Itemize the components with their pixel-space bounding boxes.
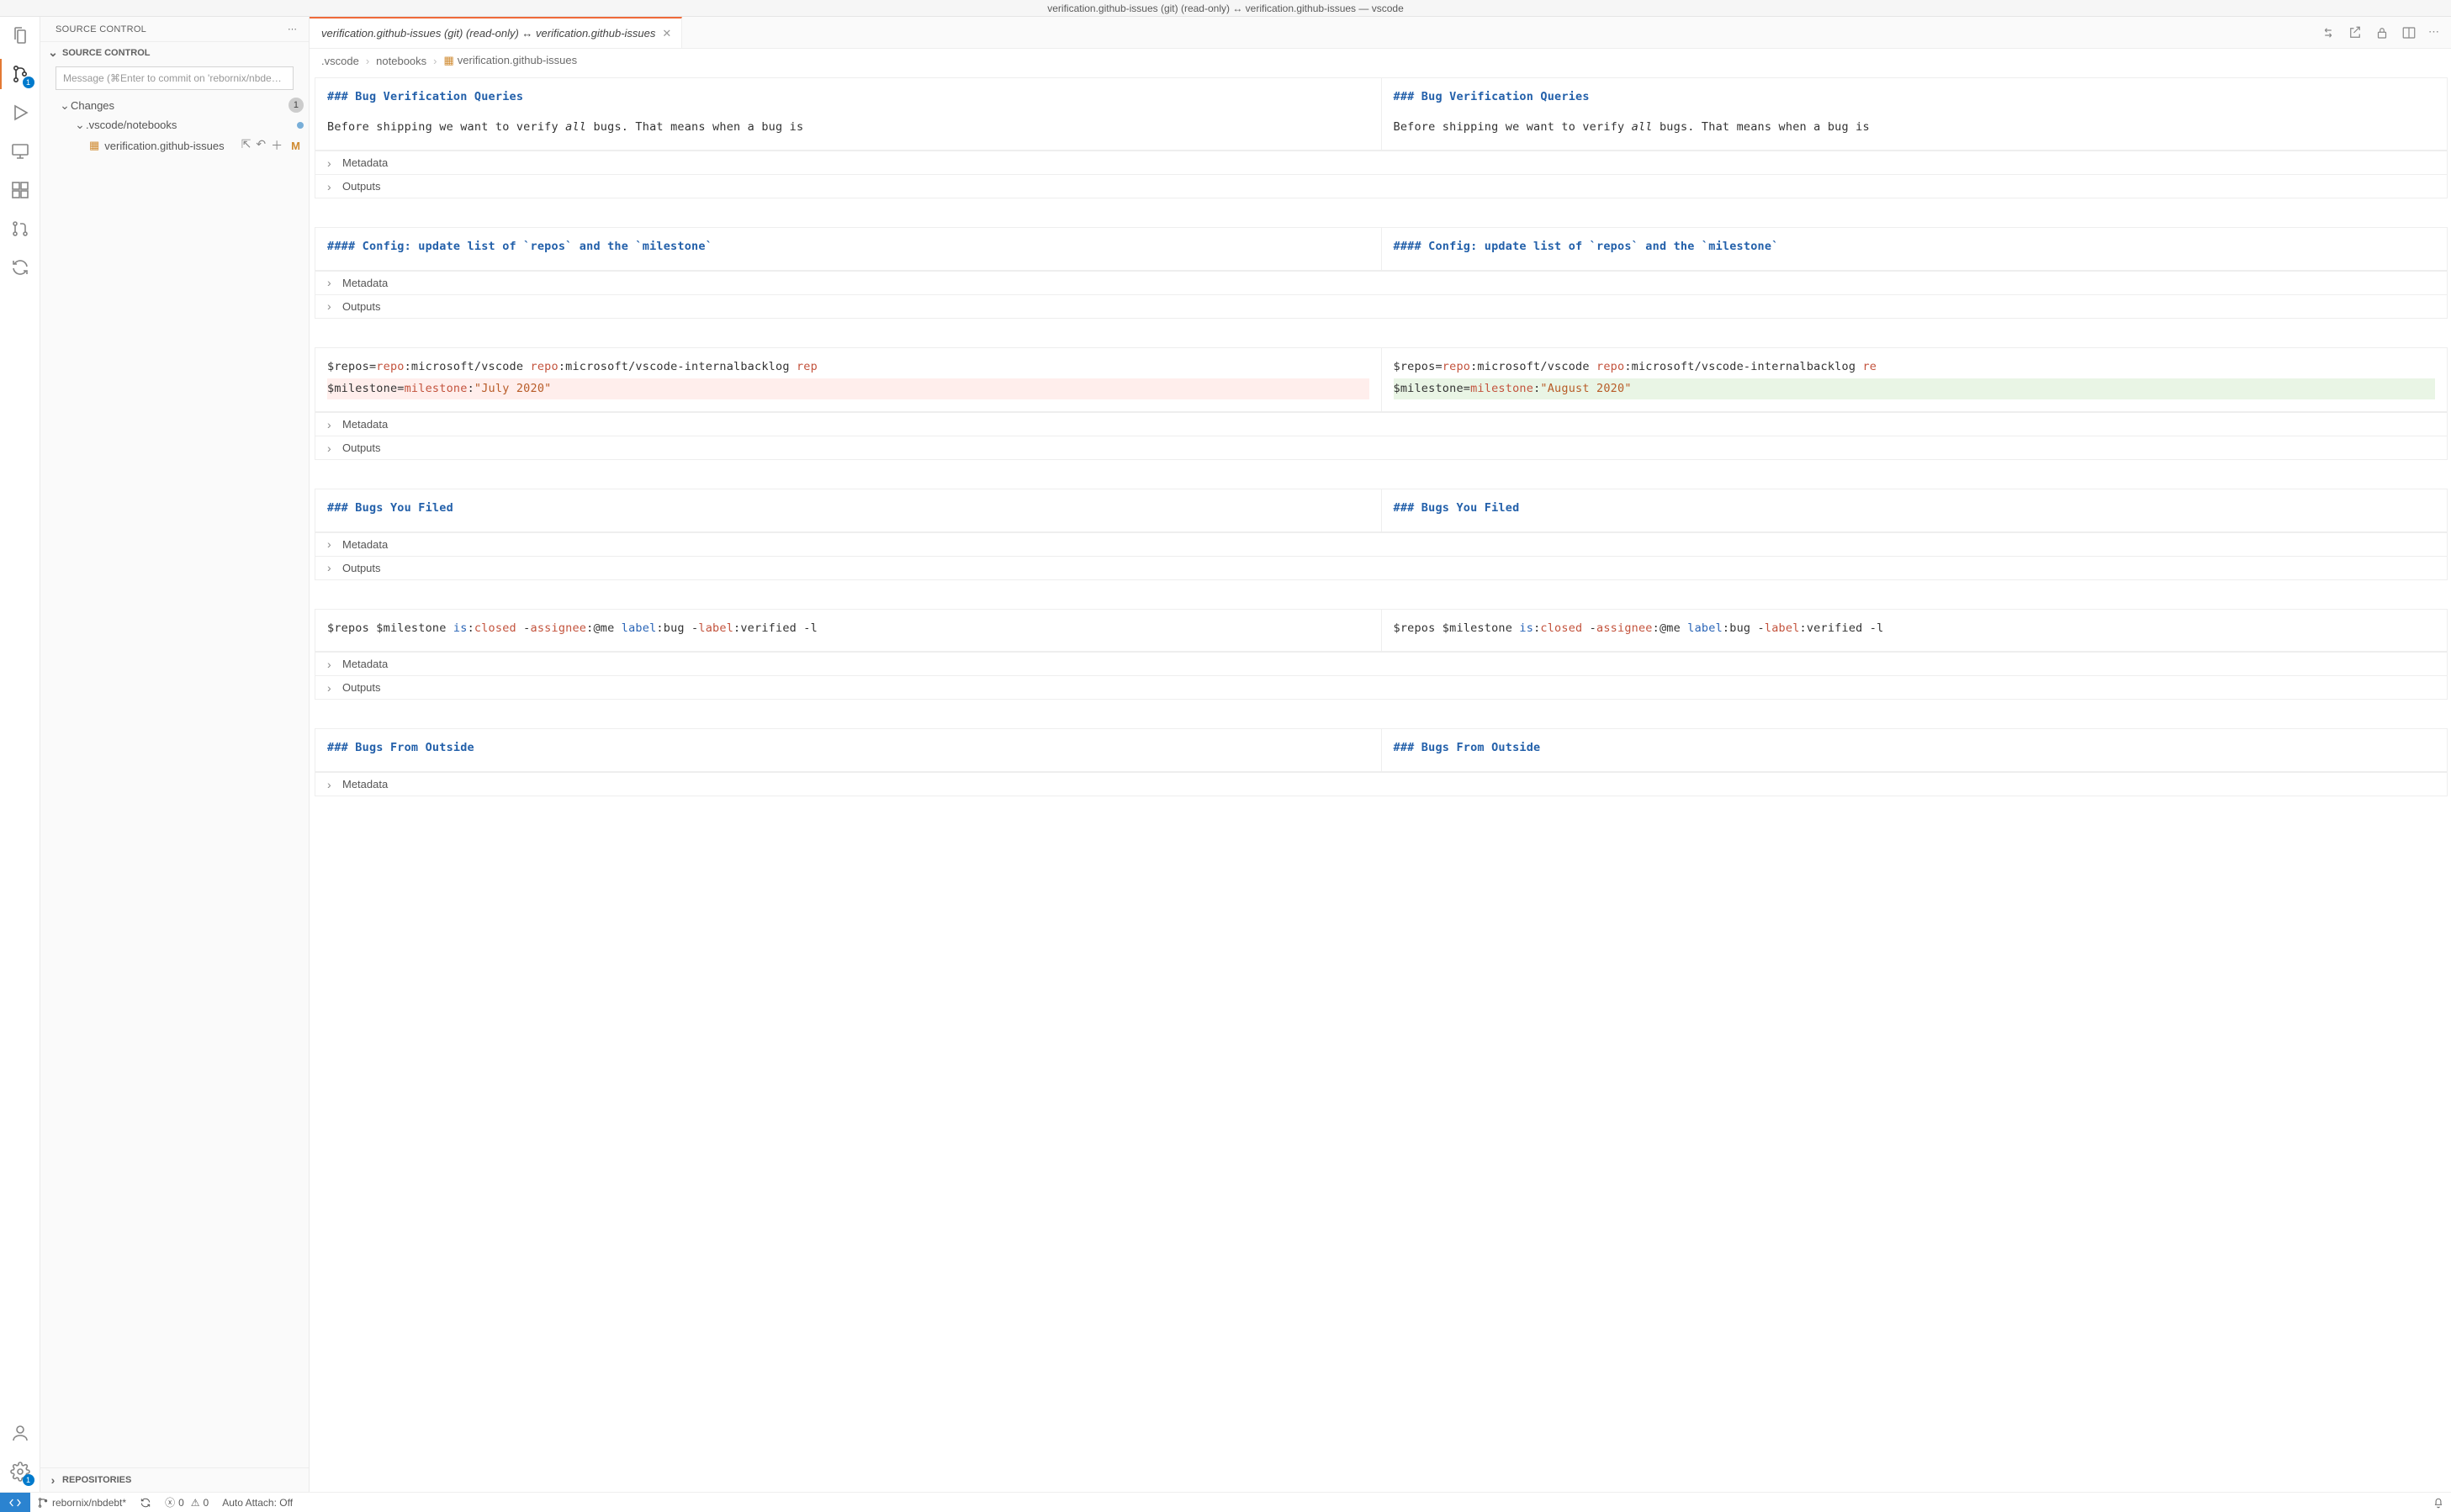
fold-metadata[interactable]: ›Metadata: [315, 652, 2447, 675]
account-icon[interactable]: [8, 1421, 32, 1445]
repositories-section[interactable]: › REPOSITORIES: [40, 1467, 309, 1492]
diff-cell: ### Bugs From Outside### Bugs From Outsi…: [310, 723, 2448, 772]
fold-metadata[interactable]: ›Metadata: [315, 412, 2447, 436]
notifications-icon[interactable]: [2426, 1493, 2451, 1512]
sidebar-title: SOURCE CONTROL ⋯: [40, 17, 309, 41]
breadcrumbs[interactable]: .vscode › notebooks › ▦verification.gith…: [310, 49, 2451, 72]
chevron-right-icon[interactable]: ›: [327, 658, 339, 671]
branch-indicator[interactable]: rebornix/nbdebt*: [30, 1493, 133, 1512]
diff-cell: ### Bugs You Filed### Bugs You Filed: [310, 484, 2448, 532]
explorer-icon[interactable]: [8, 24, 32, 47]
diff-cell: #### Config: update list of `repos` and …: [310, 222, 2448, 271]
chevron-right-icon[interactable]: ›: [327, 778, 339, 791]
changes-count-badge: 1: [289, 98, 304, 113]
diff-cell: ### Bug Verification QueriesBefore shipp…: [310, 72, 2448, 151]
fold-outputs[interactable]: ›Outputs: [315, 174, 2447, 198]
modified-dot-icon: [297, 122, 304, 129]
changed-file[interactable]: ▦ verification.github-issues ⇱ ↶ ＋ M: [42, 135, 307, 156]
settings-icon[interactable]: 1: [8, 1460, 32, 1483]
changes-group[interactable]: ⌄ Changes 1: [42, 95, 307, 115]
discard-changes-icon[interactable]: ↶: [256, 137, 266, 154]
problems-indicator[interactable]: ⓧ0 ⚠0: [158, 1493, 215, 1512]
window-title: verification.github-issues (git) (read-o…: [0, 0, 2451, 17]
changes-folder[interactable]: ⌄ .vscode/notebooks: [42, 115, 307, 135]
remote-explorer-icon[interactable]: [8, 140, 32, 163]
chevron-right-icon[interactable]: ›: [327, 441, 339, 455]
source-control-icon[interactable]: 1: [8, 62, 32, 86]
sync-status[interactable]: [133, 1493, 158, 1512]
file-status-modified: M: [291, 140, 300, 152]
notebook-file-icon: ▦: [444, 54, 454, 66]
chevron-down-icon[interactable]: ⌄: [74, 118, 86, 132]
notebook-file-icon: ▦: [89, 139, 99, 152]
fold-outputs[interactable]: ›Outputs: [315, 294, 2447, 318]
commit-message-input[interactable]: Message (⌘Enter to commit on 'rebornix/n…: [56, 66, 294, 90]
sidebar-more-icon[interactable]: ⋯: [288, 24, 299, 34]
chevron-right-icon[interactable]: ›: [327, 180, 339, 193]
open-file-icon[interactable]: ⇱: [241, 137, 251, 154]
split-editor-icon[interactable]: [2401, 25, 2417, 40]
close-tab-icon[interactable]: ✕: [662, 27, 671, 40]
chevron-right-icon[interactable]: ›: [327, 561, 339, 574]
notebook-diff-view[interactable]: ### Bug Verification QueriesBefore shipp…: [310, 72, 2451, 1492]
editor-more-icon[interactable]: ⋯: [2428, 25, 2439, 40]
fold-metadata[interactable]: ›Metadata: [315, 151, 2447, 174]
chevron-right-icon[interactable]: ›: [327, 299, 339, 313]
scm-sidebar: SOURCE CONTROL ⋯ ⌄ SOURCE CONTROL Messag…: [40, 17, 310, 1492]
chevron-right-icon[interactable]: ›: [327, 681, 339, 695]
github-pr-icon[interactable]: [8, 217, 32, 241]
chevron-right-icon[interactable]: ›: [327, 276, 339, 289]
fold-metadata[interactable]: ›Metadata: [315, 532, 2447, 556]
chevron-right-icon[interactable]: ›: [47, 1473, 59, 1487]
chevron-right-icon[interactable]: ›: [327, 418, 339, 431]
sync-icon[interactable]: [8, 256, 32, 279]
diff-cell: $repos=repo:microsoft/vscode repo:micros…: [310, 342, 2448, 412]
chevron-right-icon[interactable]: ›: [327, 537, 339, 551]
autoattach-indicator[interactable]: Auto Attach: Off: [215, 1493, 299, 1512]
activity-bar: 1: [0, 17, 40, 1492]
scm-badge: 1: [23, 77, 34, 88]
status-bar: rebornix/nbdebt* ⓧ0 ⚠0 Auto Attach: Off: [0, 1492, 2451, 1512]
stage-changes-icon[interactable]: ＋: [271, 137, 283, 154]
editor-tab[interactable]: verification.github-issues (git) (read-o…: [310, 17, 682, 48]
fold-outputs[interactable]: ›Outputs: [315, 556, 2447, 579]
remote-indicator[interactable]: [0, 1493, 30, 1512]
fold-metadata[interactable]: ›Metadata: [315, 772, 2447, 796]
run-debug-icon[interactable]: [8, 101, 32, 124]
extensions-icon[interactable]: [8, 178, 32, 202]
chevron-right-icon[interactable]: ›: [327, 156, 339, 170]
settings-badge: 1: [23, 1474, 34, 1486]
toggle-readonly-icon[interactable]: [2374, 25, 2390, 40]
editor-area: verification.github-issues (git) (read-o…: [310, 17, 2451, 1492]
swap-sides-icon[interactable]: [2321, 25, 2336, 40]
fold-metadata[interactable]: ›Metadata: [315, 271, 2447, 294]
fold-outputs[interactable]: ›Outputs: [315, 675, 2447, 699]
diff-cell: $repos $milestone is:closed -assignee:@m…: [310, 604, 2448, 653]
fold-outputs[interactable]: ›Outputs: [315, 436, 2447, 459]
chevron-down-icon[interactable]: ⌄: [47, 45, 59, 60]
open-file-icon[interactable]: [2348, 25, 2363, 40]
chevron-down-icon[interactable]: ⌄: [59, 98, 71, 113]
scm-provider-header[interactable]: ⌄ SOURCE CONTROL: [40, 41, 309, 63]
